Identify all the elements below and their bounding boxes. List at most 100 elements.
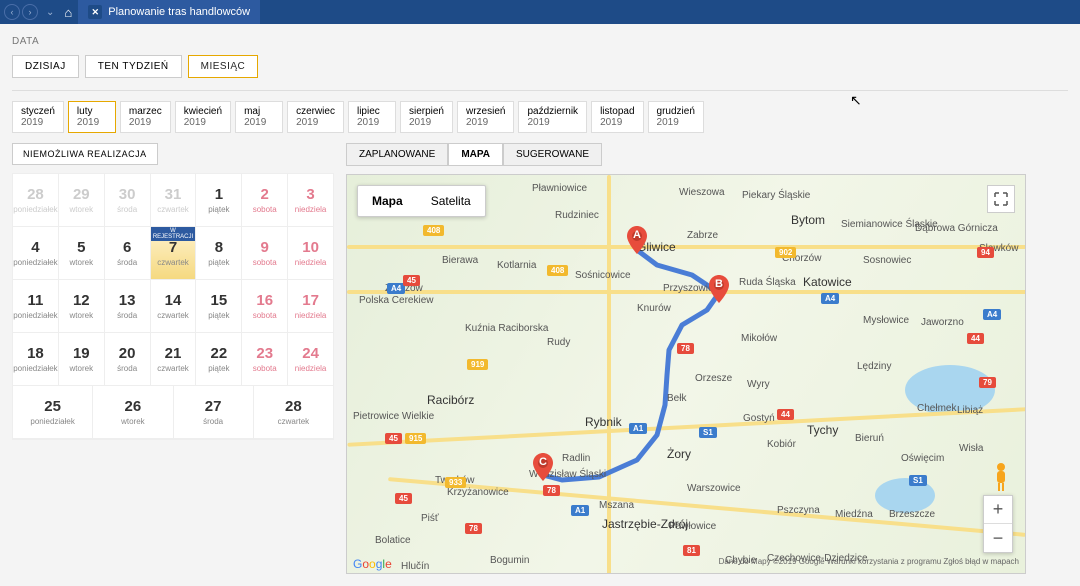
range-button-miesiąc[interactable]: MIESIĄC — [188, 55, 259, 78]
road-label: 45 — [395, 493, 412, 504]
calendar-day-14[interactable]: 14czwartek — [151, 280, 197, 333]
map-marker-B[interactable]: B — [709, 275, 729, 303]
city-label: Bełk — [667, 393, 686, 404]
road-label: 45 — [385, 433, 402, 444]
calendar-day-30[interactable]: 30środa — [105, 174, 151, 227]
month-lipiec[interactable]: lipiec2019 — [348, 101, 396, 133]
city-label: Polska Cerekiew — [359, 295, 433, 306]
calendar-day-28[interactable]: 28czwartek — [254, 386, 333, 439]
road-label: 902 — [775, 247, 796, 258]
city-label: Sośnicowice — [575, 270, 631, 281]
month-sierpień[interactable]: sierpień2019 — [400, 101, 453, 133]
city-label: Rybnik — [585, 415, 622, 429]
calendar-day-22[interactable]: 22piątek — [196, 333, 242, 386]
calendar-day-25[interactable]: 25poniedziałek — [13, 386, 93, 439]
city-label: Chełmek — [917, 403, 956, 414]
calendar-day-20[interactable]: 20środa — [105, 333, 151, 386]
pegman-icon[interactable] — [989, 461, 1013, 493]
calendar-day-19[interactable]: 19wtorek — [59, 333, 105, 386]
calendar-day-23[interactable]: 23sobota — [242, 333, 288, 386]
app-top-bar: ‹ › ⌄ ⌂ ✕ Planowanie tras handlowców — [0, 0, 1080, 24]
zoom-in-button[interactable]: + — [984, 496, 1012, 524]
calendar-day-5[interactable]: 5wtorek — [59, 227, 105, 280]
road-label: A1 — [571, 505, 589, 516]
map-tab-zaplanowane[interactable]: ZAPLANOWANE — [346, 143, 448, 166]
calendar-day-24[interactable]: 24niedziela — [288, 333, 333, 386]
tab-close-icon[interactable]: ✕ — [88, 5, 102, 19]
city-label: Bierawa — [442, 255, 478, 266]
month-marzec[interactable]: marzec2019 — [120, 101, 171, 133]
road-label: 94 — [977, 247, 994, 258]
city-label: Pietrowice Wielkie — [353, 411, 434, 422]
month-listopad[interactable]: listopad2019 — [591, 101, 643, 133]
road-label: 44 — [777, 409, 794, 420]
map-tab-sugerowane[interactable]: SUGEROWANE — [503, 143, 602, 166]
city-label: Jastrzębie-Zdrój — [602, 517, 688, 531]
month-luty[interactable]: luty2019 — [68, 101, 116, 133]
city-label: Wieszowa — [679, 187, 725, 198]
calendar-day-11[interactable]: 11poniedziałek — [13, 280, 59, 333]
city-label: Oświęcim — [901, 453, 944, 464]
city-label: Mszana — [599, 500, 634, 511]
road-label: A4 — [821, 293, 839, 304]
road-label: A4 — [983, 309, 1001, 320]
active-tab[interactable]: ✕ Planowanie tras handlowców — [78, 0, 260, 24]
calendar-day-3[interactable]: 3niedziela — [288, 174, 333, 227]
map-marker-C[interactable]: C — [533, 453, 553, 481]
calendar-day-8[interactable]: 8piątek — [196, 227, 242, 280]
calendar-day-2[interactable]: 2sobota — [242, 174, 288, 227]
calendar-day-6[interactable]: 6środa — [105, 227, 151, 280]
month-maj[interactable]: maj2019 — [235, 101, 283, 133]
calendar-day-9[interactable]: 9sobota — [242, 227, 288, 280]
nav-back-button[interactable]: ‹ — [4, 4, 20, 20]
map-type-map[interactable]: Mapa — [358, 186, 417, 216]
city-label: Kotlarnia — [497, 260, 536, 271]
map-marker-A[interactable]: A — [627, 226, 647, 254]
map-tab-mapa[interactable]: MAPA — [448, 143, 503, 166]
month-wrzesień[interactable]: wrzesień2019 — [457, 101, 514, 133]
road-label: 78 — [465, 523, 482, 534]
city-label: Wisła — [959, 443, 983, 454]
calendar-day-13[interactable]: 13środa — [105, 280, 151, 333]
calendar-day-12[interactable]: 12wtorek — [59, 280, 105, 333]
range-button-dzisiaj[interactable]: DZISIAJ — [12, 55, 79, 78]
calendar-day-29[interactable]: 29wtorek — [59, 174, 105, 227]
calendar-day-1[interactable]: 1piątek — [196, 174, 242, 227]
map-type-satellite[interactable]: Satelita — [417, 186, 485, 216]
calendar-day-18[interactable]: 18poniedziałek — [13, 333, 59, 386]
calendar-day-28[interactable]: 28poniedziałek — [13, 174, 59, 227]
month-grudzień[interactable]: grudzień2019 — [648, 101, 704, 133]
range-button-ten tydzień[interactable]: TEN TYDZIEŃ — [85, 55, 182, 78]
months-row: styczeń2019luty2019marzec2019kwiecień201… — [12, 101, 1068, 133]
calendar-day-10[interactable]: 10niedziela — [288, 227, 333, 280]
map-canvas[interactable]: PławniowiceWieszowaPiekary ŚląskieBytomS… — [346, 174, 1026, 574]
calendar-day-31[interactable]: 31czwartek — [151, 174, 197, 227]
nav-dropdown-icon[interactable]: ⌄ — [46, 7, 54, 18]
calendar-day-7[interactable]: W REJESTRACJI7czwartek — [151, 227, 197, 280]
calendar-day-16[interactable]: 16sobota — [242, 280, 288, 333]
zoom-out-button[interactable]: − — [984, 524, 1012, 552]
nav-forward-button[interactable]: › — [22, 4, 38, 20]
impossible-realization-button[interactable]: NIEMOŻLIWA REALIZACJA — [12, 143, 158, 165]
month-styczeń[interactable]: styczeń2019 — [12, 101, 64, 133]
road-label: 915 — [405, 433, 426, 444]
month-kwiecień[interactable]: kwiecień2019 — [175, 101, 231, 133]
city-label: Rudy — [547, 337, 570, 348]
month-czerwiec[interactable]: czerwiec2019 — [287, 101, 344, 133]
city-label: Piekary Śląskie — [742, 190, 810, 201]
calendar-day-26[interactable]: 26wtorek — [93, 386, 173, 439]
calendar-day-4[interactable]: 4poniedziałek — [13, 227, 59, 280]
month-październik[interactable]: październik2019 — [518, 101, 587, 133]
calendar-day-21[interactable]: 21czwartek — [151, 333, 197, 386]
city-label: Pszczyna — [777, 505, 820, 516]
calendar-day-27[interactable]: 27środa — [174, 386, 254, 439]
city-label: Ruda Śląska — [739, 277, 796, 288]
city-label: Katowice — [803, 275, 852, 289]
fullscreen-icon[interactable] — [987, 185, 1015, 213]
road-label: 933 — [445, 477, 466, 488]
calendar-day-15[interactable]: 15piątek — [196, 280, 242, 333]
calendar-day-17[interactable]: 17niedziela — [288, 280, 333, 333]
city-label: Miedźna — [835, 509, 873, 520]
home-icon[interactable]: ⌂ — [64, 5, 72, 20]
city-label: Lędziny — [857, 361, 891, 372]
